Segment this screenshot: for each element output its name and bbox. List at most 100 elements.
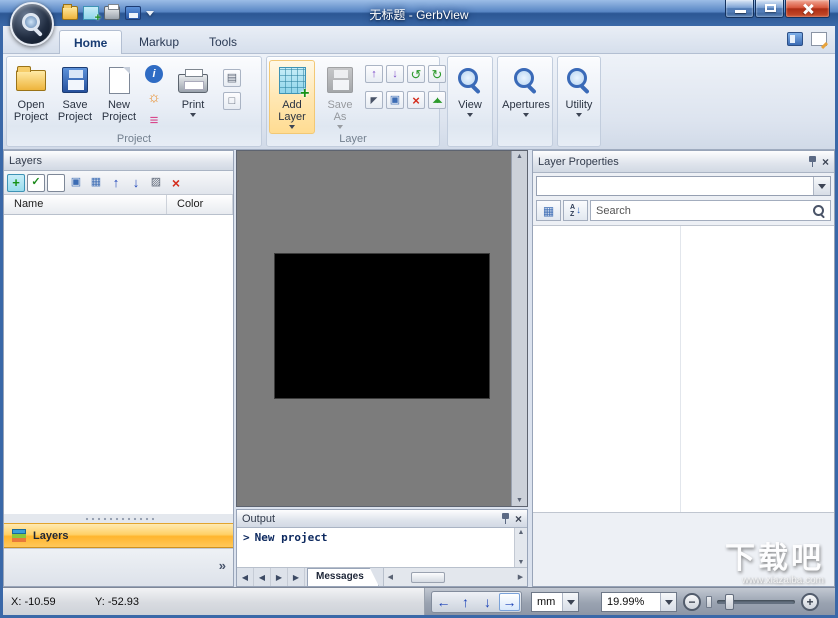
rotate-right-icon[interactable]: ↻ bbox=[428, 65, 446, 83]
ribbon-group-apertures: Apertures bbox=[497, 56, 553, 147]
duplicate-layer-icon[interactable]: ▦ bbox=[87, 174, 105, 192]
layers-bottom-tab[interactable]: Layers bbox=[4, 523, 233, 548]
output-scroll-left-icon[interactable]: ◀ bbox=[384, 574, 397, 581]
delete-layer-small-icon[interactable]: × bbox=[167, 174, 185, 192]
properties-search-input[interactable] bbox=[596, 204, 809, 217]
panels-toggle-icon[interactable] bbox=[787, 32, 803, 46]
sort-alphabetical-button[interactable]: AZ ↓ bbox=[563, 200, 588, 221]
units-combobox[interactable]: mm bbox=[531, 592, 579, 612]
tab-markup[interactable]: Markup bbox=[125, 30, 193, 54]
edit-layer-icon[interactable]: ▨ bbox=[147, 174, 165, 192]
layer-copy-icon[interactable]: ▣ bbox=[386, 91, 404, 109]
zoom-in-button[interactable]: + bbox=[801, 593, 819, 611]
zoom-slider-marker bbox=[706, 596, 712, 608]
select-cursor-icon[interactable]: ◤ bbox=[365, 91, 383, 109]
qat-customize-dropdown-icon[interactable] bbox=[146, 10, 154, 16]
output-horizontal-scrollbar[interactable]: ◀ ▶ bbox=[382, 568, 527, 586]
layer-move-down-icon[interactable]: ↓ bbox=[386, 65, 404, 83]
properties-search-box[interactable] bbox=[590, 200, 831, 221]
new-page-icon bbox=[108, 66, 130, 94]
qat-print-icon[interactable] bbox=[104, 4, 120, 20]
zoom-combobox[interactable]: 19.99% bbox=[601, 592, 677, 612]
pan-left-button[interactable]: ← bbox=[433, 593, 454, 611]
drawing-canvas[interactable]: ▲ ▼ bbox=[236, 150, 528, 507]
rotate-left-icon[interactable]: ↺ bbox=[407, 65, 425, 83]
expand-chevrons-icon[interactable]: » bbox=[219, 558, 226, 573]
save-project-button[interactable]: Save Project bbox=[53, 60, 97, 134]
add-layer-dropdown-icon bbox=[289, 125, 295, 129]
layer-tools-row2: ◤ ▣ × ◢◣ bbox=[365, 91, 446, 109]
last-tab-button[interactable]: ▶ bbox=[288, 568, 305, 586]
pan-arrows-group: ← ↑ ↓ → bbox=[431, 591, 522, 613]
output-scroll-down-icon[interactable]: ▼ bbox=[518, 559, 525, 566]
output-scroll-right-icon[interactable]: ▶ bbox=[514, 574, 527, 581]
copy-layer-icon[interactable]: ▣ bbox=[67, 174, 85, 192]
close-button[interactable] bbox=[785, 0, 830, 18]
zoom-out-button[interactable]: − bbox=[683, 593, 701, 611]
first-tab-button[interactable]: ◀ bbox=[237, 568, 254, 586]
new-project-button[interactable]: New Project bbox=[97, 60, 141, 134]
layers-list[interactable] bbox=[4, 215, 233, 514]
view-button[interactable]: View bbox=[448, 60, 492, 134]
move-layer-up-icon[interactable]: ↑ bbox=[107, 174, 125, 192]
visibility-check-icon[interactable]: ✓ bbox=[27, 173, 45, 192]
tab-tools[interactable]: Tools bbox=[195, 30, 251, 54]
project-settings-icon[interactable]: ☼ bbox=[145, 88, 163, 106]
scroll-up-icon[interactable]: ▲ bbox=[516, 153, 523, 160]
move-layer-down-icon[interactable]: ↓ bbox=[127, 174, 145, 192]
categorized-view-button[interactable]: ▦ bbox=[536, 200, 561, 221]
output-scroll-up-icon[interactable]: ▲ bbox=[518, 529, 525, 536]
qat-save-icon[interactable] bbox=[125, 6, 141, 20]
output-close-icon[interactable]: × bbox=[515, 513, 522, 525]
project-info-icon[interactable]: i bbox=[145, 65, 163, 83]
blank-box-icon[interactable] bbox=[47, 173, 65, 192]
pan-up-button[interactable]: ↑ bbox=[455, 593, 476, 611]
add-layer-button[interactable]: Add Layer bbox=[269, 60, 315, 134]
maximize-button[interactable] bbox=[755, 0, 784, 18]
properties-grid[interactable] bbox=[533, 225, 834, 513]
utility-button[interactable]: Utility bbox=[558, 60, 600, 134]
minimize-button[interactable] bbox=[725, 0, 754, 18]
layer-mirror-icon[interactable]: ◢◣ bbox=[428, 91, 446, 109]
application-menu-button[interactable] bbox=[10, 2, 54, 46]
save-as-button[interactable]: Save As bbox=[319, 60, 361, 134]
print-preview-icon[interactable]: ▤ bbox=[223, 69, 241, 87]
zoom-slider-thumb[interactable] bbox=[725, 594, 734, 610]
apertures-button[interactable]: Apertures bbox=[502, 60, 550, 134]
canvas-vertical-scrollbar[interactable]: ▲ ▼ bbox=[511, 151, 527, 506]
pan-down-button[interactable]: ↓ bbox=[477, 593, 498, 611]
column-header-name[interactable]: Name bbox=[4, 195, 167, 214]
layer-select-combobox[interactable] bbox=[536, 176, 831, 196]
output-hscroll-thumb[interactable] bbox=[410, 571, 445, 583]
open-project-button[interactable]: Open Project bbox=[9, 60, 53, 134]
tab-home[interactable]: Home bbox=[59, 30, 123, 54]
properties-pin-icon[interactable] bbox=[808, 156, 817, 167]
qat-open-icon[interactable] bbox=[62, 4, 78, 20]
print-button[interactable]: Print bbox=[169, 60, 217, 134]
messages-tab[interactable]: Messages bbox=[307, 568, 379, 586]
units-chevron-icon bbox=[566, 599, 575, 605]
output-vertical-scrollbar[interactable]: ▲ ▼ bbox=[514, 528, 527, 567]
layer-select-dropdown-button[interactable] bbox=[813, 177, 830, 195]
output-body[interactable]: > New project ▲ ▼ bbox=[237, 528, 527, 567]
zoom-dropdown-button[interactable] bbox=[660, 593, 676, 611]
add-layer-small-icon[interactable]: + bbox=[7, 173, 25, 192]
prev-tab-button[interactable]: ◀ bbox=[254, 568, 271, 586]
next-tab-button[interactable]: ▶ bbox=[271, 568, 288, 586]
properties-grid-divider[interactable] bbox=[680, 226, 682, 512]
style-options-icon[interactable] bbox=[811, 32, 827, 46]
output-pin-icon[interactable] bbox=[501, 513, 510, 524]
project-stack-icon[interactable]: ≡ bbox=[145, 111, 163, 129]
column-header-color[interactable]: Color bbox=[167, 195, 233, 214]
properties-close-icon[interactable]: × bbox=[822, 156, 829, 168]
output-message-line: > New project bbox=[237, 528, 527, 547]
units-dropdown-button[interactable] bbox=[562, 593, 578, 611]
layer-delete-icon[interactable]: × bbox=[407, 91, 425, 109]
pan-right-button[interactable]: → bbox=[499, 593, 520, 611]
client-area: Home Markup Tools Open Project Save Proj… bbox=[3, 26, 835, 615]
qat-new-layer-icon[interactable] bbox=[83, 6, 101, 24]
page-setup-icon[interactable]: □ bbox=[223, 92, 241, 110]
layers-splitter[interactable] bbox=[4, 514, 233, 523]
scroll-down-icon[interactable]: ▼ bbox=[516, 497, 523, 504]
layer-move-up-icon[interactable]: ↑ bbox=[365, 65, 383, 83]
